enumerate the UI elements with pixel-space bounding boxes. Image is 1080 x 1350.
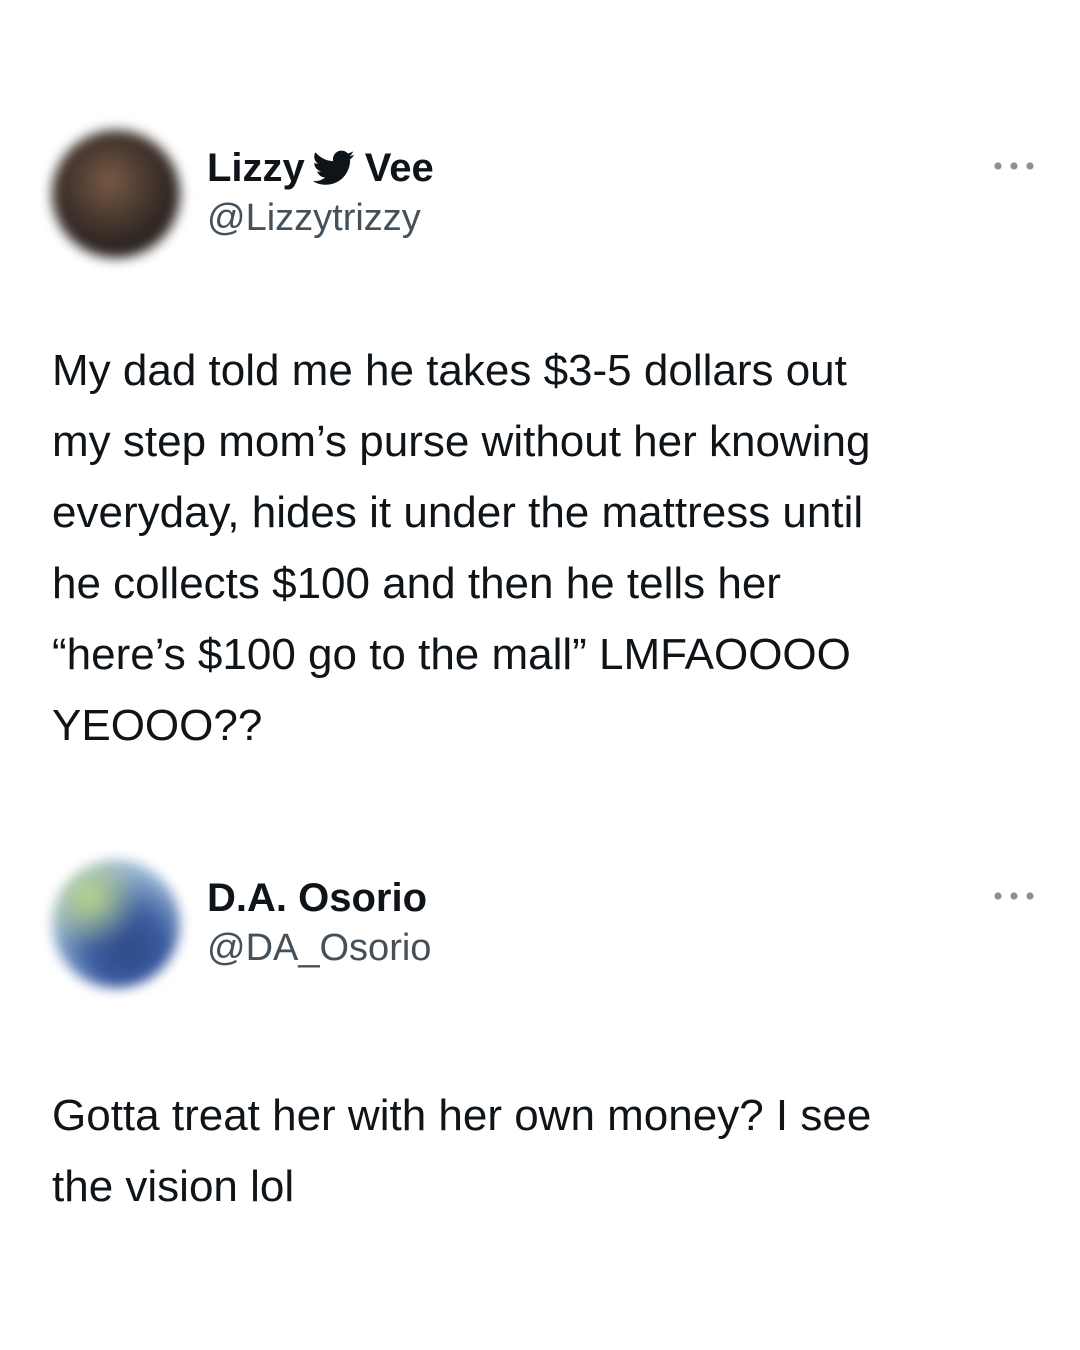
tweet-header: D.A. Osorio @DA_Osorio	[207, 874, 431, 974]
more-icon[interactable]	[992, 890, 1036, 902]
tweet-header: Lizzy Vee @Lizzytrizzy	[207, 144, 434, 244]
avatar[interactable]	[52, 860, 180, 988]
more-icon[interactable]	[992, 160, 1036, 172]
display-name[interactable]: D.A. Osorio	[207, 874, 431, 922]
display-name-part: Vee	[364, 146, 434, 190]
user-handle[interactable]: @DA_Osorio	[207, 922, 431, 974]
tweet-text: My dad told me he takes $3-5 dollars out…	[52, 346, 871, 750]
tweet-text: Gotta treat her with her own money? I se…	[52, 1091, 872, 1211]
display-name-part: Lizzy	[207, 146, 305, 190]
bird-icon	[312, 150, 355, 185]
user-handle[interactable]: @Lizzytrizzy	[207, 192, 434, 244]
avatar[interactable]	[52, 130, 180, 258]
display-name[interactable]: Lizzy Vee	[207, 144, 434, 192]
